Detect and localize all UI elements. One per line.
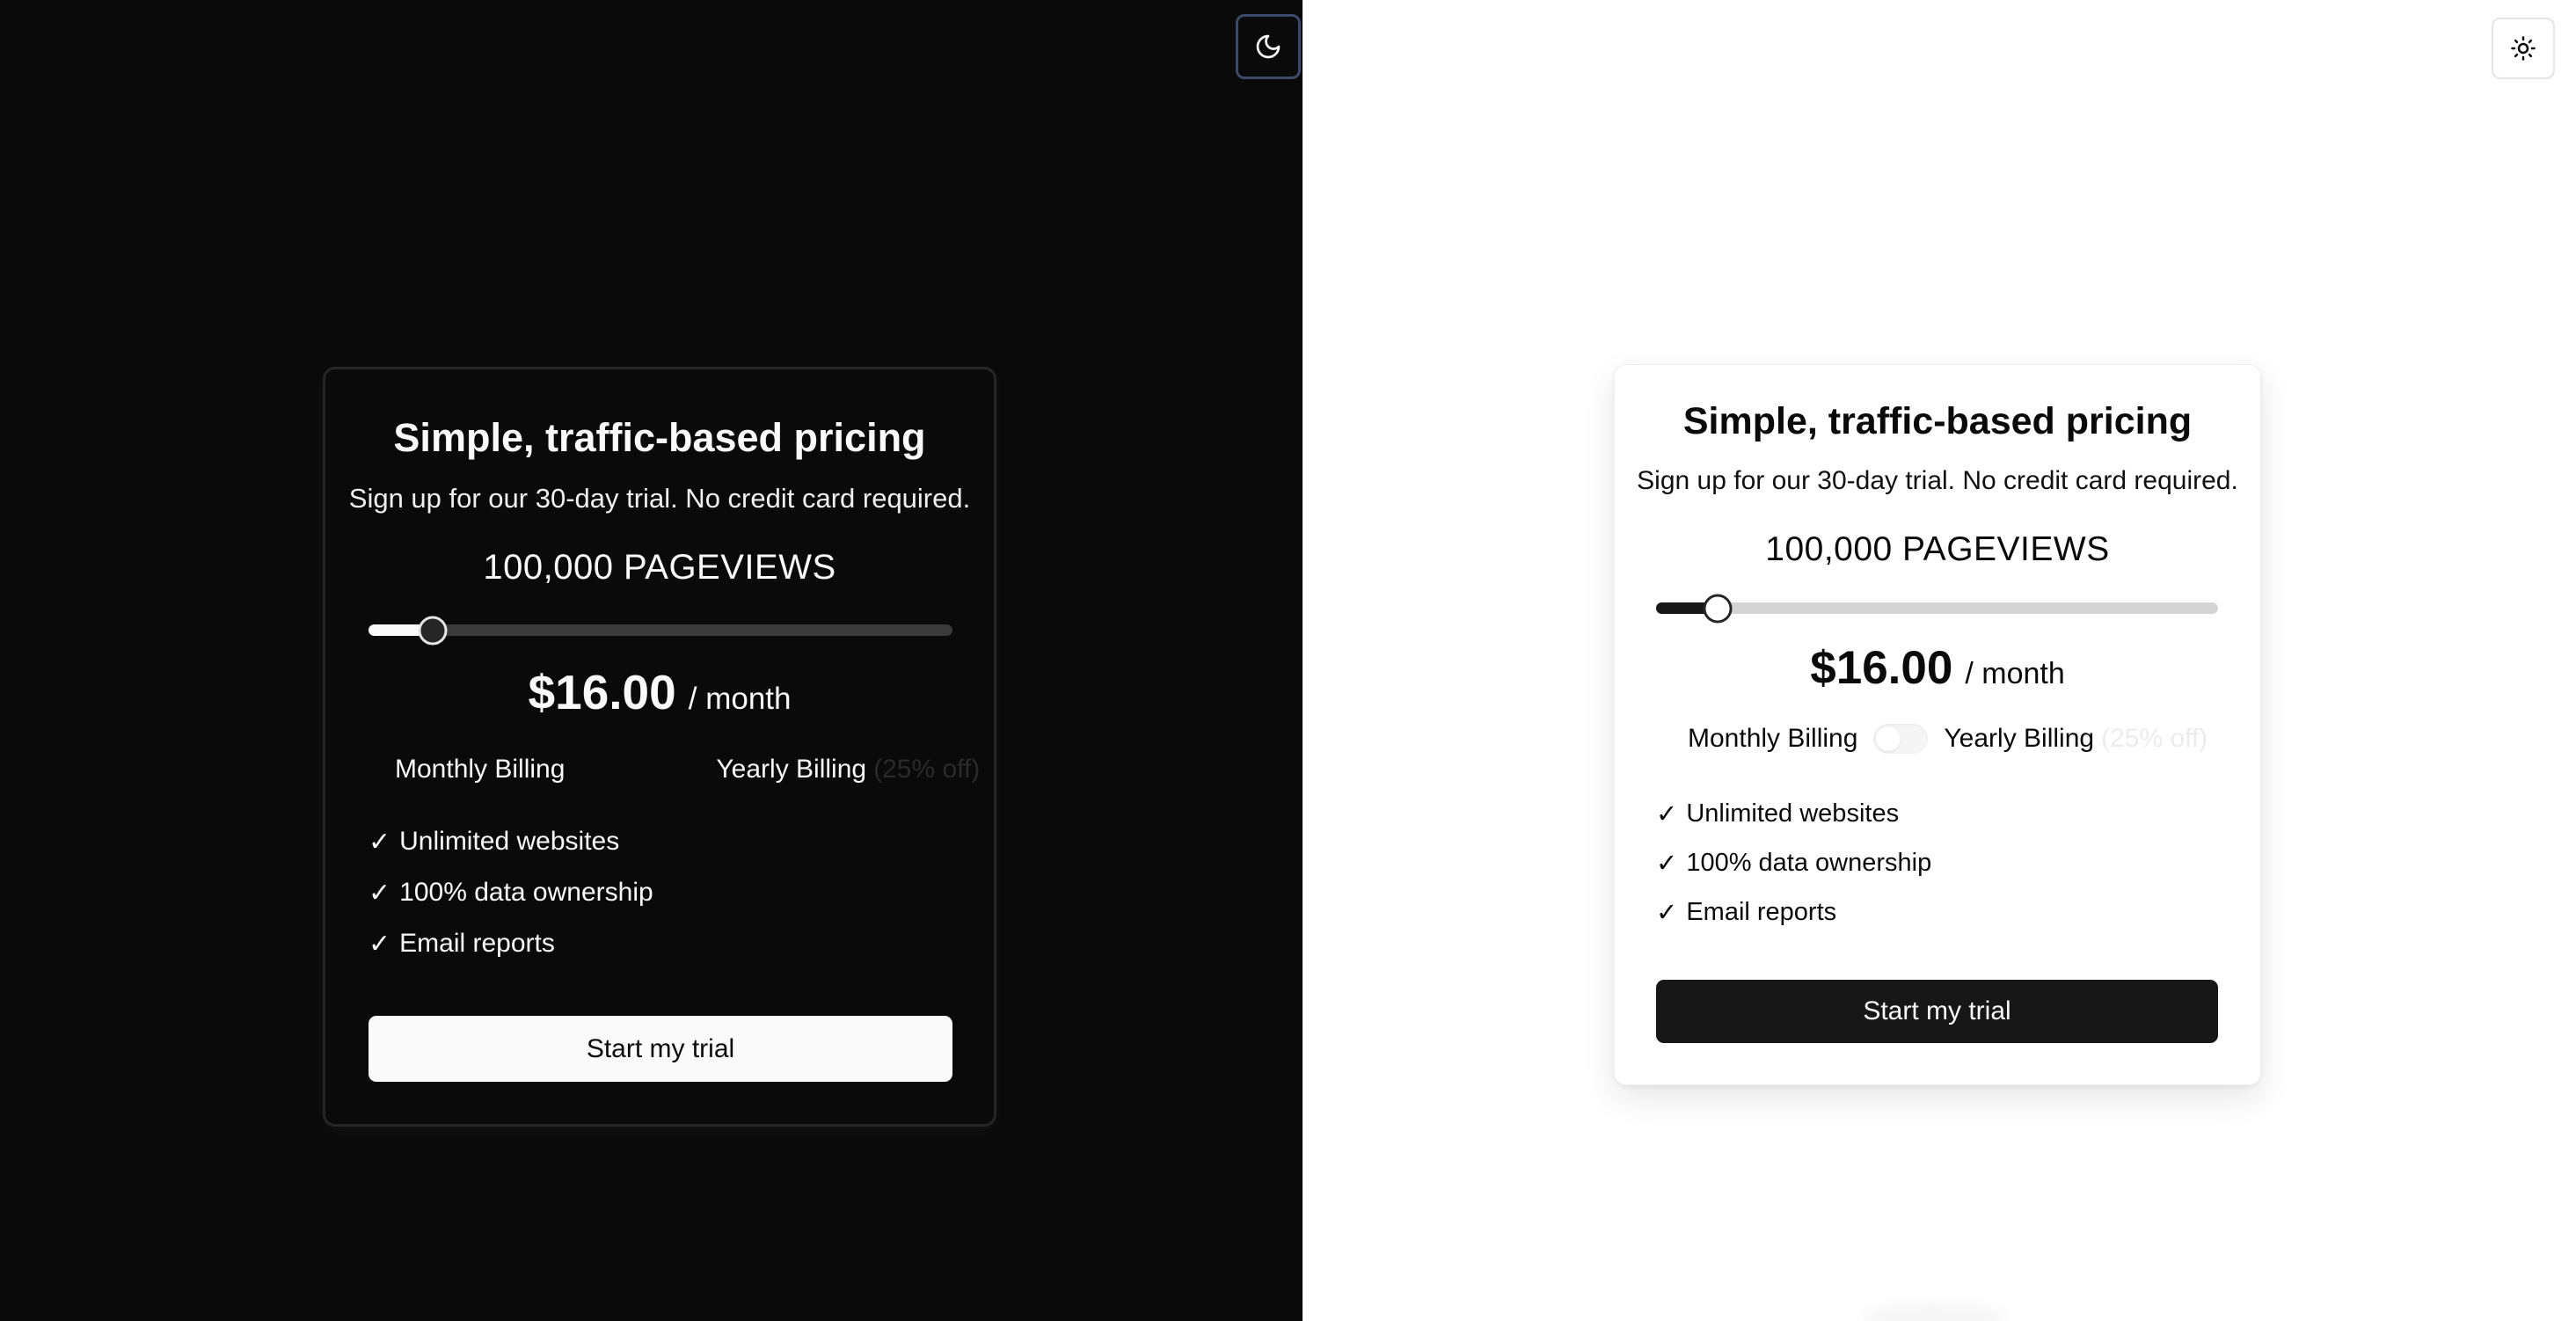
- feature-text: 100% data ownership: [1686, 848, 1932, 877]
- features-list: ✓ Unlimited websites ✓ 100% data ownersh…: [369, 816, 653, 969]
- feature-item: ✓ Email reports: [1656, 887, 1931, 937]
- check-icon: ✓: [369, 878, 391, 908]
- check-icon: ✓: [1656, 898, 1678, 927]
- feature-text: Email reports: [399, 929, 555, 958]
- price-row: $16.00 / month: [1615, 641, 2260, 695]
- moon-icon: [1256, 34, 1281, 59]
- price-period: / month: [1965, 657, 2065, 690]
- theme-toggle-button[interactable]: [1236, 14, 1301, 79]
- monthly-billing-label[interactable]: Monthly Billing: [1688, 724, 1857, 754]
- discount-label: (25% off): [873, 755, 981, 784]
- feature-item: ✓ Unlimited websites: [369, 816, 653, 867]
- feature-item: ✓ 100% data ownership: [1656, 838, 1931, 887]
- price-amount: $16.00: [528, 665, 676, 719]
- feature-text: Email reports: [1686, 897, 1837, 926]
- light-theme-panel: Simple, traffic-based pricing Sign up fo…: [1303, 0, 2576, 1321]
- feature-text: Unlimited websites: [399, 827, 620, 856]
- theme-toggle-button[interactable]: [2492, 18, 2555, 79]
- pricing-card: Simple, traffic-based pricing Sign up fo…: [1614, 364, 2261, 1085]
- pageviews-label: 100,000 PAGEVIEWS: [483, 548, 836, 587]
- check-icon: ✓: [369, 827, 391, 857]
- billing-toggle-switch[interactable]: [613, 755, 668, 785]
- pageviews-slider[interactable]: [369, 616, 952, 645]
- yearly-billing-label[interactable]: Yearly Billing: [1944, 724, 2094, 754]
- monthly-billing-label[interactable]: Monthly Billing: [395, 755, 565, 785]
- feature-text: Unlimited websites: [1686, 799, 1900, 828]
- feature-text: 100% data ownership: [399, 878, 653, 907]
- pricing-title: Simple, traffic-based pricing: [393, 415, 926, 460]
- billing-toggle-row: Monthly Billing Yearly Billing (25% off): [395, 752, 980, 787]
- check-icon: ✓: [1656, 849, 1678, 878]
- check-icon: ✓: [1656, 799, 1678, 828]
- pricing-subtitle: Sign up for our 30-day trial. No credit …: [1637, 466, 2238, 495]
- sun-icon: [2511, 36, 2536, 61]
- pricing-title: Simple, traffic-based pricing: [1682, 400, 2193, 442]
- decorative-shadow: [1864, 1302, 2004, 1321]
- feature-item: ✓ Email reports: [369, 918, 653, 969]
- pageviews-label: 100,000 PAGEVIEWS: [1765, 530, 2110, 568]
- start-trial-button[interactable]: Start my trial: [369, 1016, 952, 1082]
- slider-thumb[interactable]: [418, 616, 448, 645]
- yearly-billing-label[interactable]: Yearly Billing: [716, 755, 866, 785]
- price-row: $16.00 / month: [325, 664, 994, 720]
- dark-theme-panel: Simple, traffic-based pricing Sign up fo…: [0, 0, 1303, 1321]
- billing-toggle-switch[interactable]: [1873, 724, 1929, 754]
- slider-thumb[interactable]: [1703, 594, 1733, 623]
- features-list: ✓ Unlimited websites ✓ 100% data ownersh…: [1656, 789, 1931, 937]
- price-amount: $16.00: [1810, 642, 1953, 694]
- check-icon: ✓: [369, 929, 391, 959]
- billing-toggle-row: Monthly Billing Yearly Billing (25% off): [1688, 721, 2207, 756]
- feature-item: ✓ Unlimited websites: [1656, 789, 1931, 838]
- price-period: / month: [688, 682, 792, 716]
- pricing-card: Simple, traffic-based pricing Sign up fo…: [323, 367, 996, 1127]
- pageviews-slider[interactable]: [1656, 594, 2218, 623]
- discount-label: (25% off): [2101, 724, 2208, 753]
- feature-item: ✓ 100% data ownership: [369, 867, 653, 918]
- start-trial-button[interactable]: Start my trial: [1656, 980, 2218, 1043]
- pricing-subtitle: Sign up for our 30-day trial. No credit …: [348, 483, 971, 514]
